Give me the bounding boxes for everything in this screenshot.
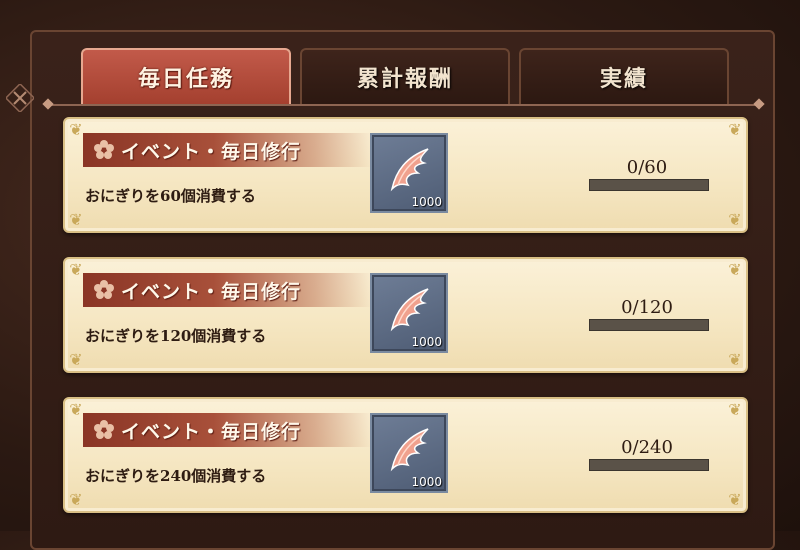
reward-item[interactable]: 1000 bbox=[370, 413, 448, 493]
tab-divider bbox=[48, 104, 763, 106]
task-title-ribbon: イベント・毎日修行 bbox=[83, 273, 373, 307]
cherry-blossom-icon bbox=[94, 280, 114, 299]
task-description: おにぎりを60個消費する bbox=[85, 187, 256, 205]
task-card: ❦ ❦ ❦ ❦ イベント・毎日修行 おにぎりを60個消費する 1000 0/60 bbox=[63, 117, 748, 233]
red-wing-icon bbox=[390, 148, 429, 192]
ornament-icon: ❦ bbox=[728, 350, 742, 369]
tab-daily-tasks[interactable]: 毎日任務 bbox=[81, 48, 291, 104]
task-title-ribbon: イベント・毎日修行 bbox=[83, 413, 373, 447]
task-title: イベント・毎日修行 bbox=[121, 140, 302, 163]
crossed-swords-icon bbox=[6, 84, 34, 112]
progress-label: 0/120 bbox=[621, 297, 673, 318]
reward-quantity: 1000 bbox=[411, 475, 442, 489]
progress-label: 0/60 bbox=[626, 157, 668, 178]
ornament-icon: ❦ bbox=[69, 350, 83, 369]
tab-bar: 毎日任務 累計報酬 実績 bbox=[42, 48, 765, 110]
progress-bar bbox=[589, 319, 709, 331]
red-wing-icon bbox=[390, 288, 429, 332]
ornament-icon: ❦ bbox=[728, 120, 742, 139]
task-description: おにぎりを240個消費する bbox=[85, 467, 267, 485]
progress-bar bbox=[589, 179, 709, 191]
task-card: ❦ ❦ ❦ ❦ イベント・毎日修行 おにぎりを120個消費する 1000 0/1… bbox=[63, 257, 748, 373]
progress-bar bbox=[589, 459, 709, 471]
reward-quantity: 1000 bbox=[411, 195, 442, 209]
red-wing-icon bbox=[390, 428, 429, 472]
task-description: おにぎりを120個消費する bbox=[85, 327, 267, 345]
cherry-blossom-icon bbox=[94, 420, 114, 439]
ornament-icon: ❦ bbox=[728, 260, 742, 279]
reward-item[interactable]: 1000 bbox=[370, 133, 448, 213]
ornament-icon: ❦ bbox=[69, 210, 83, 229]
ornament-icon: ❦ bbox=[728, 210, 742, 229]
progress-label: 0/240 bbox=[621, 437, 673, 458]
tab-cumulative-rewards[interactable]: 累計報酬 bbox=[300, 48, 510, 104]
tab-achievements[interactable]: 実績 bbox=[519, 48, 729, 104]
reward-item[interactable]: 1000 bbox=[370, 273, 448, 353]
task-title-ribbon: イベント・毎日修行 bbox=[83, 133, 373, 167]
ornament-icon: ❦ bbox=[728, 400, 742, 419]
divider-ornament-right bbox=[753, 98, 765, 110]
ornament-icon: ❦ bbox=[728, 490, 742, 509]
task-title: イベント・毎日修行 bbox=[121, 280, 302, 303]
task-title: イベント・毎日修行 bbox=[121, 420, 302, 443]
ornament-icon: ❦ bbox=[69, 490, 83, 509]
task-card: ❦ ❦ ❦ ❦ イベント・毎日修行 おにぎりを240個消費する 1000 0/2… bbox=[63, 397, 748, 513]
reward-quantity: 1000 bbox=[411, 335, 442, 349]
cherry-blossom-icon bbox=[94, 140, 114, 159]
